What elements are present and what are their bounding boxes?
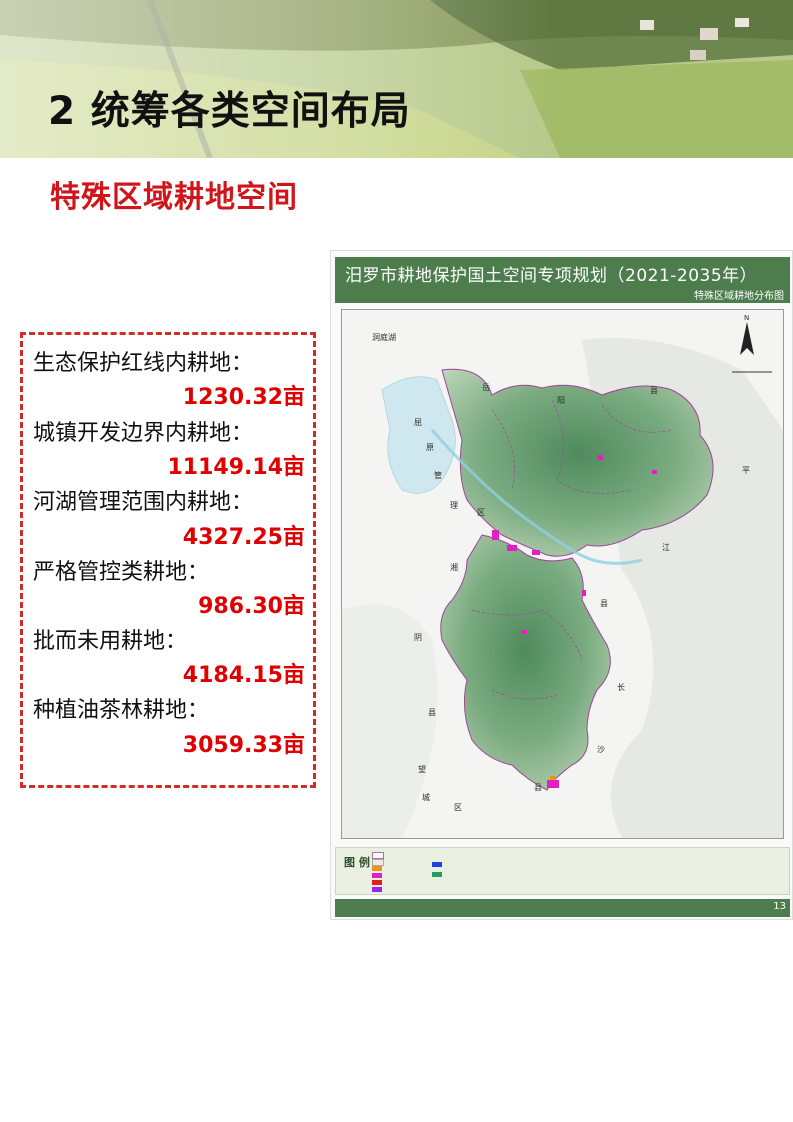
farmland-patch (547, 780, 559, 788)
map-legend: 图 例 (335, 847, 790, 895)
label-yang: 阳 (557, 396, 565, 405)
farmland-patch (550, 776, 556, 780)
legend-swatch (372, 866, 382, 871)
label-jiang: 江 (662, 543, 670, 552)
label-xian-3: 县 (428, 708, 436, 717)
label-sha: 沙 (597, 745, 605, 754)
stat-value-approved-unused: 4184.15亩 (182, 663, 305, 688)
map-title: 汨罗市耕地保护国土空间专项规划（2021-2035年） (345, 266, 758, 286)
legend-swatch (432, 872, 442, 877)
label-qu: 屈 (414, 418, 422, 427)
farmland-patch (597, 455, 603, 460)
label-qu-3: 区 (454, 803, 462, 812)
label-xian-4: 县 (534, 783, 542, 792)
farmland-patch (582, 590, 586, 596)
label-guan: 管 (434, 470, 442, 480)
map-panel: 汨罗市耕地保护国土空间专项规划（2021-2035年） 特殊区域耕地分布图 N … (330, 250, 793, 920)
label-xian-1: 县 (650, 386, 658, 395)
label-xian-2: 县 (600, 599, 608, 608)
label-yin: 阴 (414, 633, 422, 642)
stat-label-river-lake: 河湖管理范围内耕地： (33, 490, 254, 515)
map-image: N 洞庭湖 岳 阳 县 屈 原 管 理 区 平 江 县 湘 阴 县 长 沙 县 … (341, 309, 784, 839)
stat-value-strict-control: 986.30亩 (198, 594, 305, 619)
page-number: 13 (773, 901, 786, 912)
farmland-patch (507, 545, 517, 551)
map-footer: 13 (335, 899, 790, 917)
distribution-map: N 洞庭湖 岳 阳 县 屈 原 管 理 区 平 江 县 湘 阴 县 长 沙 县 … (342, 310, 783, 838)
label-wang: 望 (418, 764, 426, 774)
label-li: 理 (450, 501, 458, 510)
stat-value-river-lake: 4327.25亩 (182, 525, 305, 550)
farmland-patch (492, 530, 499, 540)
label-qu-2: 区 (477, 508, 485, 517)
page-title: 2 统筹各类空间布局 (48, 89, 411, 134)
label-yue: 岳 (482, 382, 490, 392)
stat-value-ecological: 1230.32亩 (182, 385, 305, 410)
farmland-patch (522, 630, 527, 634)
stat-label-ecological: 生态保护红线内耕地： (33, 351, 254, 376)
label-xiang: 湘 (450, 562, 458, 572)
farmland-patch (652, 470, 657, 474)
label-chang: 长 (617, 682, 625, 692)
label-yuan: 原 (426, 443, 434, 452)
legend-swatch (432, 862, 442, 867)
stat-label-strict-control: 严格管控类耕地： (33, 560, 210, 585)
section-title: 特殊区域耕地空间 (50, 180, 298, 215)
label-dongting: 洞庭湖 (372, 332, 396, 342)
farmland-patch (532, 550, 540, 555)
stat-label-approved-unused: 批而未用耕地： (33, 629, 188, 654)
legend-swatch (372, 873, 382, 878)
legend-swatch (372, 859, 384, 866)
stat-label-urban: 城镇开发边界内耕地： (33, 421, 254, 446)
header-banner: 2 统筹各类空间布局 (0, 0, 793, 158)
svg-text:N: N (744, 314, 749, 322)
stat-value-urban: 11149.14亩 (167, 455, 305, 480)
stat-label-camellia: 种植油茶林耕地： (33, 698, 210, 723)
legend-swatch (372, 852, 384, 859)
special-area-stats-box: 生态保护红线内耕地： 1230.32亩 城镇开发边界内耕地： 11149.14亩… (20, 332, 316, 788)
label-ping: 平 (742, 466, 750, 475)
legend-swatch (372, 880, 382, 885)
label-cheng: 城 (422, 793, 430, 802)
map-header: 汨罗市耕地保护国土空间专项规划（2021-2035年） 特殊区域耕地分布图 (335, 257, 790, 303)
legend-title: 图 例 (344, 856, 370, 869)
map-subtitle: 特殊区域耕地分布图 (694, 291, 784, 302)
legend-swatch (372, 887, 382, 892)
stat-value-camellia: 3059.33亩 (182, 733, 305, 758)
